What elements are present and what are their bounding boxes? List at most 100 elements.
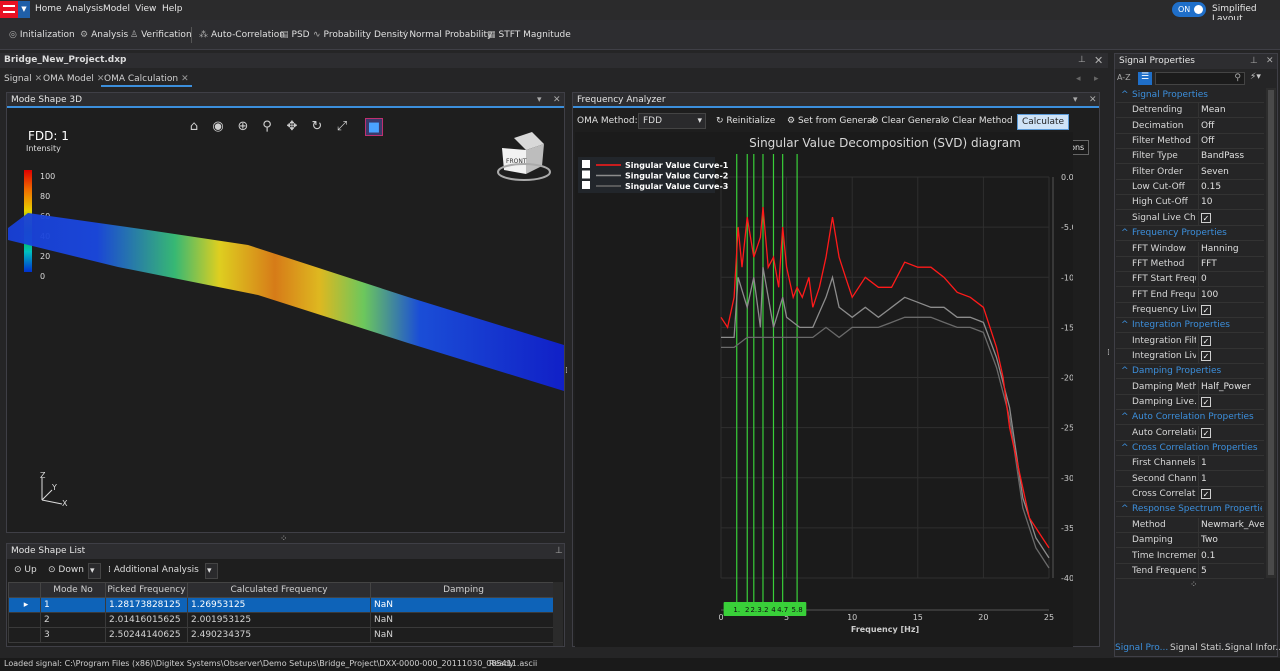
property-value[interactable]: Half_Power — [1198, 379, 1264, 395]
checkbox-icon[interactable]: ✓ — [1201, 397, 1211, 407]
property-row[interactable]: Frequency Live... ✓ — [1116, 302, 1264, 318]
checkbox-icon[interactable]: ✓ — [1201, 304, 1211, 315]
checkbox-icon[interactable]: ✓ — [1201, 335, 1211, 346]
property-row[interactable]: FFT Window Hanning — [1116, 241, 1264, 257]
property-checkbox[interactable]: ✓ — [1198, 210, 1264, 226]
table-scrollbar[interactable] — [553, 582, 563, 646]
record-icon[interactable]: ■ — [365, 118, 383, 136]
property-row[interactable]: Decimation Off — [1116, 118, 1264, 134]
close-icon[interactable]: ✕ — [553, 95, 561, 105]
table-cell[interactable]: 2 — [40, 612, 106, 628]
tab-oma-model[interactable]: OMA Model ✕ — [40, 73, 107, 87]
property-value[interactable]: Two — [1198, 533, 1264, 549]
property-value[interactable]: 0.1 — [1198, 548, 1264, 564]
property-value[interactable]: Seven — [1198, 164, 1264, 180]
column-header[interactable]: Damping — [370, 582, 557, 598]
checkbox-icon[interactable]: ✓ — [1201, 212, 1211, 223]
down-button[interactable]: ⊙ Down — [44, 563, 88, 579]
property-row[interactable]: Tend Frequency 5 — [1116, 563, 1264, 579]
property-value[interactable]: 100 — [1198, 287, 1264, 303]
panel-menu-icon[interactable]: ▾ — [1073, 95, 1078, 105]
property-row[interactable]: FFT Start Frequ...0 — [1116, 272, 1264, 288]
property-value[interactable]: 0.15 — [1198, 180, 1264, 196]
menu-view[interactable]: View — [135, 4, 156, 14]
scrollbar-thumb[interactable] — [1268, 90, 1274, 575]
tab-signal-statistics[interactable]: Signal Stati... — [1170, 643, 1230, 653]
tab-signal-properties[interactable]: Signal Pro... — [1115, 643, 1168, 653]
checkbox-icon[interactable]: ✓ — [1201, 489, 1211, 500]
analysis-dropdown-icon[interactable]: ▾ — [205, 563, 218, 579]
property-row[interactable]: Damping Meth...Half_Power — [1116, 379, 1264, 395]
close-icon[interactable]: ✕ — [1089, 95, 1097, 105]
property-checkbox[interactable]: ✓ — [1198, 333, 1264, 349]
table-cell[interactable]: 2.001953125 — [187, 612, 371, 628]
property-row[interactable]: Filter Type BandPass — [1116, 149, 1264, 165]
property-search-input[interactable]: ⚲ — [1155, 72, 1245, 85]
table-cell[interactable]: 2.490234375 — [187, 627, 371, 643]
splitter-handle-icon[interactable]: ⁞ — [565, 366, 568, 376]
property-value[interactable]: 10 — [1198, 195, 1264, 211]
rotate-icon[interactable]: ↻ — [308, 118, 326, 136]
property-value[interactable]: 5 — [1198, 563, 1264, 579]
clear-general-button[interactable]: ⊘ Clear General — [871, 116, 943, 132]
property-checkbox[interactable]: ✓ — [1198, 348, 1264, 364]
property-row[interactable]: Integration Filter ✓ — [1116, 333, 1264, 349]
app-logo-icon[interactable] — [0, 1, 18, 18]
property-row[interactable]: Damping Live... ✓ — [1116, 395, 1264, 410]
property-value[interactable]: BandPass — [1198, 149, 1264, 165]
property-checkbox[interactable]: ✓ — [1198, 395, 1264, 410]
table-cell[interactable]: 1.28173828125 — [105, 597, 188, 613]
table-cell[interactable]: 2.01416015625 — [105, 612, 188, 628]
property-value[interactable]: 1 — [1198, 456, 1264, 472]
close-icon[interactable]: ✕ — [181, 74, 189, 84]
property-category[interactable]: Response Spectrum Properties — [1116, 502, 1264, 518]
splitter-handle-icon[interactable]: ⁘ — [1190, 580, 1198, 590]
panel-menu-icon[interactable]: ▾ — [537, 95, 542, 105]
table-cell[interactable]: 1 — [40, 597, 106, 613]
pin-icon[interactable]: ⊥ — [555, 546, 563, 556]
checkbox-icon[interactable]: ✓ — [1201, 350, 1211, 361]
probability-density-button[interactable]: ∿ Probability Density — [313, 30, 408, 40]
calculate-button[interactable]: Calculate — [1017, 114, 1069, 130]
property-row[interactable]: FFT Method FFT — [1116, 256, 1264, 272]
property-row[interactable]: High Cut-Off 10 — [1116, 195, 1264, 211]
orbit-icon[interactable]: ◉ — [209, 118, 227, 136]
filter-dropdown-icon[interactable]: ▾ — [88, 563, 101, 579]
property-row[interactable]: Damping Two — [1116, 533, 1264, 549]
set-from-general-button[interactable]: ⚙ Set from General — [787, 116, 875, 132]
view-cube-icon[interactable]: FRONT — [494, 130, 554, 185]
property-checkbox[interactable]: ✓ — [1198, 425, 1264, 441]
reinitialize-button[interactable]: ↻ Reinitialize — [716, 116, 775, 132]
splitter-handle-icon[interactable]: ⁞ — [1107, 348, 1110, 358]
property-value[interactable]: Newmark_Avera — [1198, 517, 1264, 533]
property-value[interactable]: Mean — [1198, 103, 1264, 119]
up-button[interactable]: ⊙ Up — [10, 563, 41, 579]
property-row[interactable]: Auto Correlatio... ✓ — [1116, 425, 1264, 441]
property-value[interactable]: 0 — [1198, 272, 1264, 288]
property-row[interactable]: Filter Order Seven — [1116, 164, 1264, 180]
pin-icon[interactable]: ⊥ — [1250, 56, 1258, 66]
tab-scroll-left-icon[interactable]: ◂ — [1076, 74, 1081, 84]
zoom-icon[interactable]: ⚲ — [258, 118, 276, 136]
property-category[interactable]: Integration Properties — [1116, 318, 1264, 334]
property-checkbox[interactable]: ✓ — [1198, 487, 1264, 503]
pan-icon[interactable]: ✥ — [283, 118, 301, 136]
property-category[interactable]: Frequency Properties — [1116, 226, 1264, 242]
simplified-layout-toggle[interactable]: ON — [1172, 2, 1206, 17]
table-cell[interactable]: 2.50244140625 — [105, 627, 188, 643]
sort-alpha-button[interactable]: A-Z — [1117, 73, 1131, 82]
tab-scroll-right-icon[interactable]: ▸ — [1094, 74, 1099, 84]
menu-home[interactable]: Home — [35, 4, 62, 14]
property-row[interactable]: Signal Live Cha... ✓ — [1116, 210, 1264, 226]
menu-model[interactable]: Model — [103, 4, 130, 14]
table-cell[interactable]: 1.26953125 — [187, 597, 371, 613]
home-view-icon[interactable]: ⌂ — [185, 118, 203, 136]
zoom-window-icon[interactable]: ⊕ — [234, 118, 252, 136]
property-value[interactable]: Off — [1198, 118, 1264, 134]
clear-method-button[interactable]: ⊘ Clear Method — [942, 116, 1013, 132]
property-row[interactable]: Cross Correlati... ✓ — [1116, 487, 1264, 503]
app-menu-dropdown-icon[interactable]: ▼ — [18, 1, 30, 18]
column-header[interactable]: Calculated Frequency — [187, 582, 371, 598]
categorized-view-icon[interactable]: ☰ — [1138, 72, 1152, 85]
initialization-button[interactable]: ◎ Initialization — [9, 30, 75, 40]
